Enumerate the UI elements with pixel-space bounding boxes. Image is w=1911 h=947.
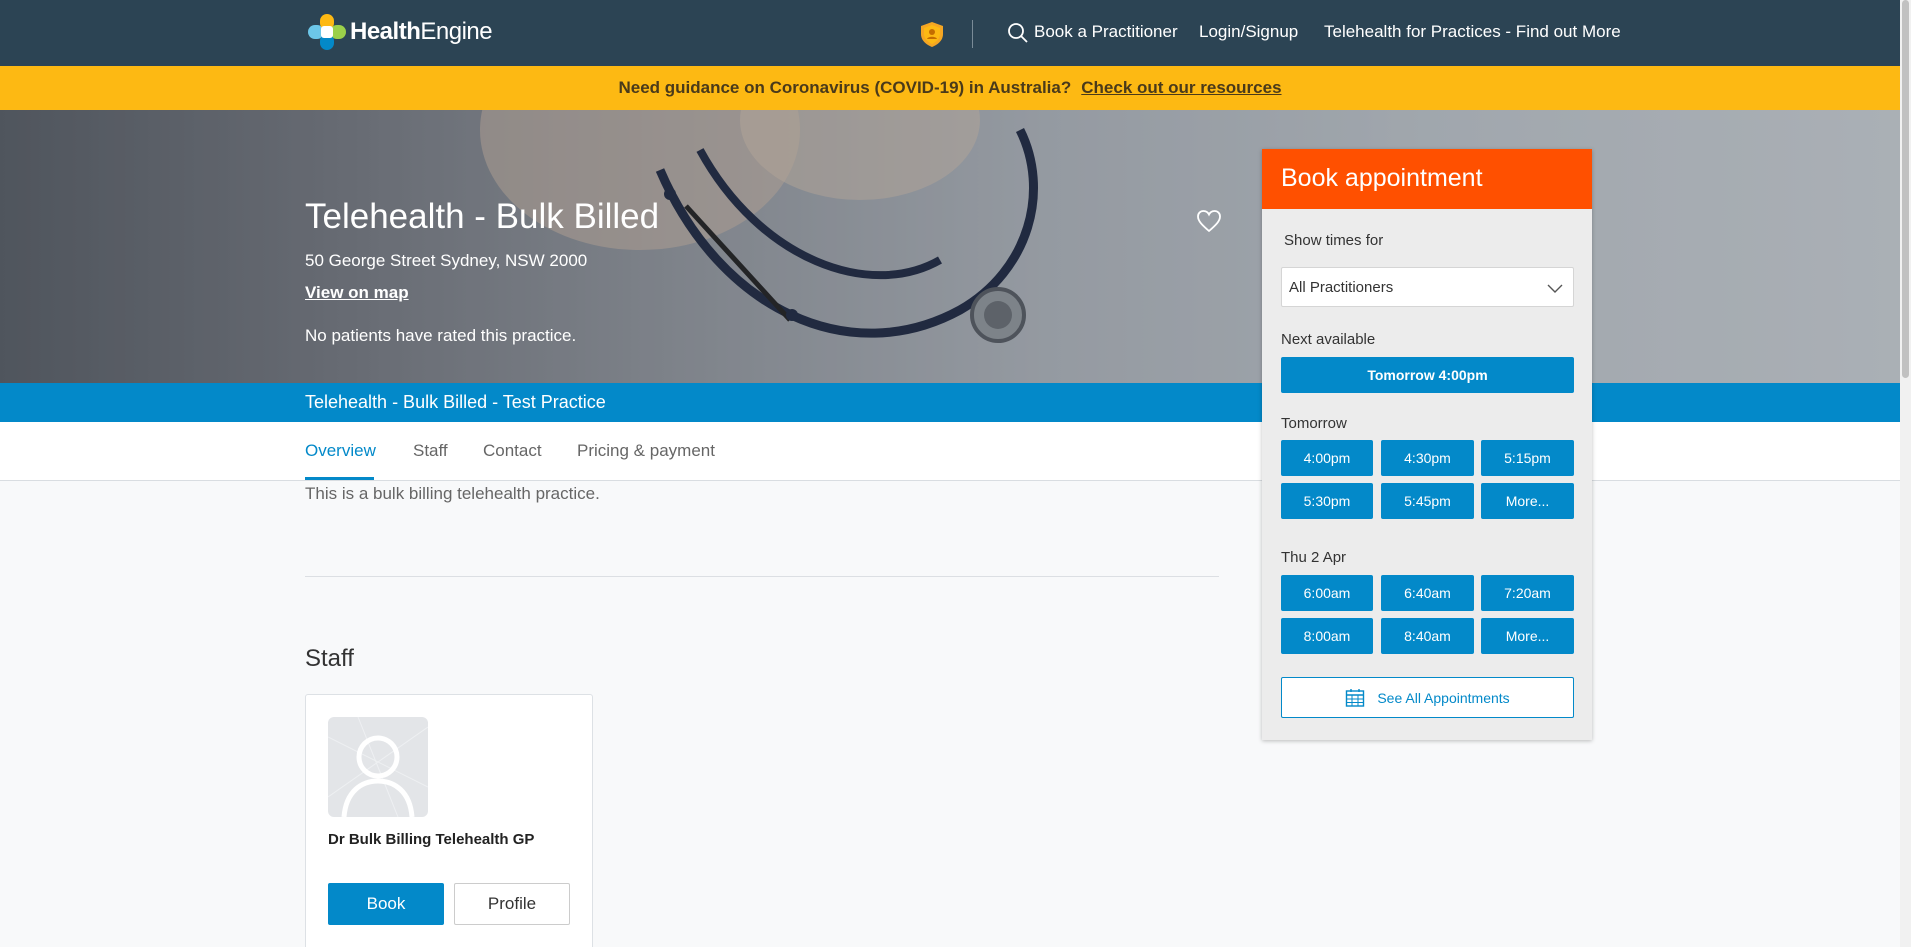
- heart-icon[interactable]: [1196, 208, 1222, 234]
- hero-section: Telehealth - Bulk Billed 50 George Stree…: [0, 110, 1900, 383]
- next-available-label: Next available: [1281, 331, 1376, 348]
- overview-description: This is a bulk billing telehealth practi…: [305, 484, 600, 503]
- see-all-appointments-button[interactable]: See All Appointments: [1281, 677, 1574, 718]
- show-times-label: Show times for: [1284, 232, 1384, 249]
- staff-name: Dr Bulk Billing Telehealth GP: [328, 831, 535, 848]
- book-practitioner-link[interactable]: Book a Practitioner: [1034, 22, 1178, 42]
- time-slot-button[interactable]: 5:45pm: [1381, 483, 1474, 519]
- more-times-button[interactable]: More...: [1481, 618, 1574, 654]
- practice-address: 50 George Street Sydney, NSW 2000: [305, 251, 588, 270]
- tab-contact[interactable]: Contact: [483, 441, 542, 461]
- person-placeholder-icon: [328, 717, 428, 817]
- time-slot-button[interactable]: 4:00pm: [1281, 440, 1373, 476]
- see-all-appointments-label: See All Appointments: [1377, 689, 1510, 706]
- time-slot-button[interactable]: 7:20am: [1481, 575, 1574, 611]
- banner-resources-link[interactable]: Check out our resources: [1081, 78, 1281, 98]
- telehealth-practices-link[interactable]: Telehealth for Practices - Find out More: [1324, 22, 1621, 42]
- chevron-down-icon: [1547, 284, 1563, 293]
- healthengine-logo[interactable]: HealthEngine: [308, 14, 493, 50]
- practice-rating-text: No patients have rated this practice.: [305, 326, 577, 345]
- login-signup-link[interactable]: Login/Signup: [1199, 22, 1298, 42]
- scrollbar-thumb[interactable]: [1902, 0, 1909, 378]
- nav-divider: [972, 20, 973, 48]
- view-on-map-link[interactable]: View on map: [305, 283, 409, 303]
- practitioner-select-value: All Practitioners: [1289, 279, 1394, 296]
- time-slot-button[interactable]: 4:30pm: [1381, 440, 1474, 476]
- logo-mark-icon: [308, 14, 346, 50]
- logo-text-bold: Health: [350, 18, 421, 45]
- avatar: [328, 717, 428, 817]
- time-slot-button[interactable]: 8:40am: [1381, 618, 1474, 654]
- search-icon[interactable]: [1007, 22, 1029, 44]
- tab-bar: Overview Staff Contact Pricing & payment: [0, 422, 1900, 481]
- covid-banner: Need guidance on Coronavirus (COVID-19) …: [0, 66, 1900, 110]
- more-times-button[interactable]: More...: [1481, 483, 1574, 519]
- banner-text: Need guidance on Coronavirus (COVID-19) …: [618, 78, 1072, 97]
- time-slot-button[interactable]: 5:15pm: [1481, 440, 1574, 476]
- calendar-icon: [1346, 688, 1365, 707]
- day-label-tomorrow: Tomorrow: [1281, 415, 1347, 432]
- booking-header: Book appointment: [1262, 149, 1592, 209]
- logo-text-rest: Engine: [420, 18, 493, 45]
- active-tab-indicator: [305, 477, 374, 480]
- time-slot-button[interactable]: 8:00am: [1281, 618, 1373, 654]
- practitioner-select[interactable]: All Practitioners: [1281, 267, 1574, 307]
- time-slot-button[interactable]: 5:30pm: [1281, 483, 1373, 519]
- practice-subtitle: Telehealth - Bulk Billed - Test Practice: [305, 392, 606, 412]
- staff-profile-button[interactable]: Profile: [454, 883, 570, 925]
- time-slot-button[interactable]: 6:00am: [1281, 575, 1373, 611]
- day-label-thu: Thu 2 Apr: [1281, 549, 1347, 566]
- tab-staff[interactable]: Staff: [413, 441, 448, 461]
- staff-card: Dr Bulk Billing Telehealth GP Book Profi…: [305, 694, 593, 947]
- practice-subtitle-strip: Telehealth - Bulk Billed - Test Practice: [0, 383, 1900, 422]
- tab-pricing-payment[interactable]: Pricing & payment: [577, 441, 715, 461]
- staff-book-button[interactable]: Book: [328, 883, 444, 925]
- top-navigation: HealthEngine Book a Practitioner Login/S…: [0, 0, 1900, 66]
- next-available-slot-button[interactable]: Tomorrow 4:00pm: [1281, 357, 1574, 393]
- tab-overview[interactable]: Overview: [305, 441, 376, 461]
- section-divider: [305, 576, 1219, 577]
- page-scrollbar[interactable]: [1900, 0, 1911, 947]
- staff-heading: Staff: [305, 645, 354, 672]
- shield-icon[interactable]: [918, 20, 946, 48]
- practice-title: Telehealth - Bulk Billed: [305, 197, 660, 236]
- time-slot-button[interactable]: 6:40am: [1381, 575, 1474, 611]
- booking-panel: Book appointment Show times for All Prac…: [1262, 149, 1592, 740]
